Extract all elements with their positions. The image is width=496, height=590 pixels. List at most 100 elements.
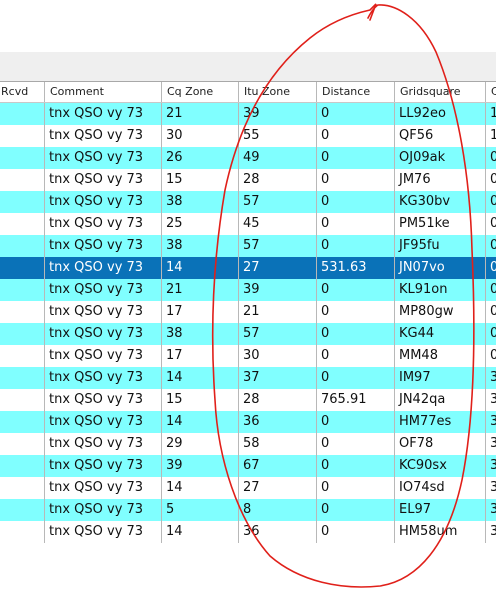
cell-comment[interactable]: tnx QSO vy 73 bbox=[45, 477, 162, 499]
cell-distance[interactable]: 0 bbox=[317, 345, 395, 367]
cell-gridsquare[interactable]: JM76 bbox=[395, 169, 486, 191]
cell-gridsquare[interactable]: IM97 bbox=[395, 367, 486, 389]
cell-gridsquare[interactable]: KG44 bbox=[395, 323, 486, 345]
cell-c[interactable]: 3 bbox=[486, 367, 496, 389]
table-row[interactable]: tnx QSO vy 7329580OF783 bbox=[0, 433, 496, 455]
cell-itu-zone[interactable]: 39 bbox=[239, 103, 317, 125]
table-row[interactable]: tnx QSO vy 7321390LL92eo1 bbox=[0, 103, 496, 125]
table-row[interactable]: tnx QSO vy 7338570JF95fu0 bbox=[0, 235, 496, 257]
cell-c[interactable]: 1 bbox=[486, 103, 496, 125]
cell-comment[interactable]: tnx QSO vy 73 bbox=[45, 323, 162, 345]
cell-itu-zone[interactable]: 57 bbox=[239, 191, 317, 213]
table-row[interactable]: tnx QSO vy 7317300MM480 bbox=[0, 345, 496, 367]
cell-comment[interactable]: tnx QSO vy 73 bbox=[45, 235, 162, 257]
cell-cq-zone[interactable]: 25 bbox=[162, 213, 239, 235]
cell-comment[interactable]: tnx QSO vy 73 bbox=[45, 191, 162, 213]
cell-rcvd[interactable] bbox=[0, 213, 45, 235]
cell-gridsquare[interactable]: HM58um bbox=[395, 521, 486, 543]
cell-c[interactable]: 3 bbox=[486, 389, 496, 411]
cell-comment[interactable]: tnx QSO vy 73 bbox=[45, 169, 162, 191]
cell-c[interactable]: 1 bbox=[486, 125, 496, 147]
table-row[interactable]: tnx QSO vy 7339670KC90sx3 bbox=[0, 455, 496, 477]
cell-gridsquare[interactable]: IO74sd bbox=[395, 477, 486, 499]
cell-gridsquare[interactable]: LL92eo bbox=[395, 103, 486, 125]
cell-itu-zone[interactable]: 49 bbox=[239, 147, 317, 169]
cell-itu-zone[interactable]: 28 bbox=[239, 389, 317, 411]
cell-c[interactable]: 0 bbox=[486, 323, 496, 345]
table-row[interactable]: tnx QSO vy 7326490OJ09ak0 bbox=[0, 147, 496, 169]
cell-gridsquare[interactable]: KL91on bbox=[395, 279, 486, 301]
cell-cq-zone[interactable]: 15 bbox=[162, 389, 239, 411]
cell-cq-zone[interactable]: 5 bbox=[162, 499, 239, 521]
cell-comment[interactable]: tnx QSO vy 73 bbox=[45, 345, 162, 367]
cell-c[interactable]: 3 bbox=[486, 455, 496, 477]
cell-cq-zone[interactable]: 21 bbox=[162, 279, 239, 301]
cell-cq-zone[interactable]: 38 bbox=[162, 235, 239, 257]
cell-rcvd[interactable] bbox=[0, 367, 45, 389]
table-row[interactable]: tnx QSO vy 7325450PM51ke0 bbox=[0, 213, 496, 235]
cell-cq-zone[interactable]: 26 bbox=[162, 147, 239, 169]
cell-itu-zone[interactable]: 55 bbox=[239, 125, 317, 147]
cell-rcvd[interactable] bbox=[0, 191, 45, 213]
cell-rcvd[interactable] bbox=[0, 147, 45, 169]
cell-c[interactable]: 0 bbox=[486, 345, 496, 367]
cell-rcvd[interactable] bbox=[0, 477, 45, 499]
cell-distance[interactable]: 0 bbox=[317, 125, 395, 147]
cell-distance[interactable]: 0 bbox=[317, 323, 395, 345]
cell-distance[interactable]: 0 bbox=[317, 433, 395, 455]
cell-comment[interactable]: tnx QSO vy 73 bbox=[45, 125, 162, 147]
cell-itu-zone[interactable]: 27 bbox=[239, 477, 317, 499]
cell-cq-zone[interactable]: 30 bbox=[162, 125, 239, 147]
table-row[interactable]: tnx QSO vy 7314360HM58um3 bbox=[0, 521, 496, 543]
cell-gridsquare[interactable]: OJ09ak bbox=[395, 147, 486, 169]
cell-rcvd[interactable] bbox=[0, 433, 45, 455]
cell-rcvd[interactable] bbox=[0, 521, 45, 543]
table-row[interactable]: tnx QSO vy 7314270IO74sd3 bbox=[0, 477, 496, 499]
cell-itu-zone[interactable]: 30 bbox=[239, 345, 317, 367]
cell-gridsquare[interactable]: QF56 bbox=[395, 125, 486, 147]
column-header-itu-zone[interactable]: Itu Zone bbox=[239, 82, 317, 102]
cell-distance[interactable]: 0 bbox=[317, 455, 395, 477]
cell-distance[interactable]: 0 bbox=[317, 147, 395, 169]
cell-c[interactable]: 3 bbox=[486, 521, 496, 543]
cell-rcvd[interactable] bbox=[0, 301, 45, 323]
table-row[interactable]: tnx QSO vy 7317210MP80gw0 bbox=[0, 301, 496, 323]
cell-rcvd[interactable] bbox=[0, 345, 45, 367]
cell-gridsquare[interactable]: MP80gw bbox=[395, 301, 486, 323]
cell-cq-zone[interactable]: 21 bbox=[162, 103, 239, 125]
cell-c[interactable]: 0 bbox=[486, 257, 496, 279]
cell-itu-zone[interactable]: 58 bbox=[239, 433, 317, 455]
cell-distance[interactable]: 0 bbox=[317, 279, 395, 301]
cell-itu-zone[interactable]: 39 bbox=[239, 279, 317, 301]
cell-rcvd[interactable] bbox=[0, 411, 45, 433]
cell-cq-zone[interactable]: 14 bbox=[162, 257, 239, 279]
cell-rcvd[interactable] bbox=[0, 257, 45, 279]
column-header-rcvd[interactable]: Rcvd bbox=[0, 82, 45, 102]
cell-cq-zone[interactable]: 38 bbox=[162, 191, 239, 213]
cell-itu-zone[interactable]: 36 bbox=[239, 521, 317, 543]
cell-comment[interactable]: tnx QSO vy 73 bbox=[45, 411, 162, 433]
cell-comment[interactable]: tnx QSO vy 73 bbox=[45, 521, 162, 543]
table-row[interactable]: tnx QSO vy 7314360HM77es3 bbox=[0, 411, 496, 433]
cell-c[interactable]: 3 bbox=[486, 499, 496, 521]
cell-c[interactable]: 0 bbox=[486, 191, 496, 213]
cell-distance[interactable]: 531.63 bbox=[317, 257, 395, 279]
cell-comment[interactable]: tnx QSO vy 73 bbox=[45, 103, 162, 125]
cell-rcvd[interactable] bbox=[0, 169, 45, 191]
cell-gridsquare[interactable]: JF95fu bbox=[395, 235, 486, 257]
cell-gridsquare[interactable]: KG30bv bbox=[395, 191, 486, 213]
cell-distance[interactable]: 0 bbox=[317, 301, 395, 323]
table-row-selected[interactable]: tnx QSO vy 731427531.63JN07vo0 bbox=[0, 257, 496, 279]
cell-distance[interactable]: 0 bbox=[317, 521, 395, 543]
cell-c[interactable]: 0 bbox=[486, 169, 496, 191]
column-header-c[interactable]: C bbox=[486, 82, 496, 102]
table-row[interactable]: tnx QSO vy 7321390KL91on0 bbox=[0, 279, 496, 301]
cell-comment[interactable]: tnx QSO vy 73 bbox=[45, 213, 162, 235]
cell-rcvd[interactable] bbox=[0, 499, 45, 521]
cell-comment[interactable]: tnx QSO vy 73 bbox=[45, 279, 162, 301]
cell-itu-zone[interactable]: 28 bbox=[239, 169, 317, 191]
cell-itu-zone[interactable]: 67 bbox=[239, 455, 317, 477]
cell-c[interactable]: 3 bbox=[486, 477, 496, 499]
cell-itu-zone[interactable]: 27 bbox=[239, 257, 317, 279]
cell-c[interactable]: 0 bbox=[486, 213, 496, 235]
